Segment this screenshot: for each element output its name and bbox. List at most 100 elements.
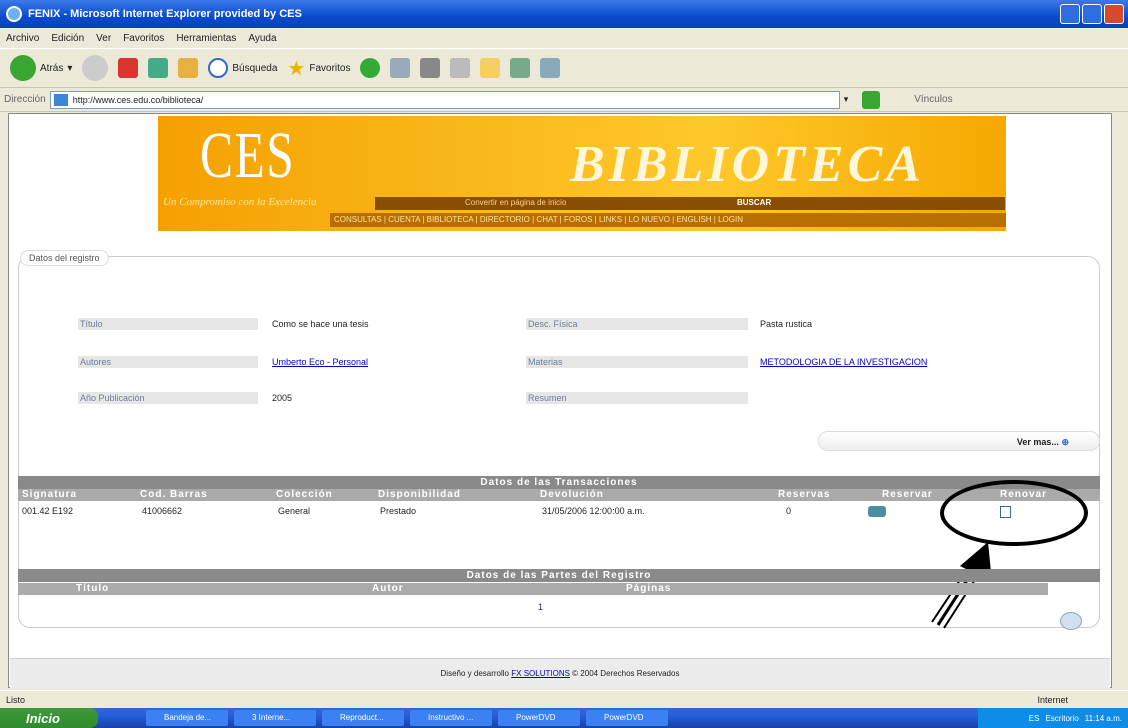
banner-bar: Convertir en página de inicio BUSCAR bbox=[375, 197, 1005, 210]
close-button[interactable] bbox=[1104, 4, 1124, 24]
home-button[interactable] bbox=[178, 58, 199, 78]
record-legend: Datos del registro bbox=[20, 250, 109, 266]
messenger-button[interactable] bbox=[540, 58, 561, 78]
transactions-columns: Signatura Cod. Barras Colección Disponib… bbox=[18, 489, 1100, 501]
minimize-button[interactable] bbox=[1060, 4, 1080, 24]
forward-button[interactable] bbox=[82, 55, 109, 81]
menu-edicion[interactable]: Edición bbox=[51, 33, 84, 44]
cell-cod-barras: 41006662 bbox=[142, 506, 183, 516]
address-bar: Dirección http://www.ces.edu.co/bibliote… bbox=[0, 88, 1128, 112]
search-icon bbox=[208, 58, 229, 78]
titulo-value: Como se hace una tesis bbox=[272, 319, 369, 329]
task-internet[interactable]: 3 Interne... bbox=[234, 710, 316, 726]
status-bar: Listo Internet bbox=[0, 690, 1128, 708]
research-button[interactable] bbox=[510, 58, 531, 78]
menu-archivo[interactable]: Archivo bbox=[6, 33, 39, 44]
cell-devolucion: 31/05/2006 12:00:00 a.m. bbox=[542, 506, 645, 516]
col-signatura: Signatura bbox=[22, 489, 78, 500]
maximize-button[interactable] bbox=[1082, 4, 1102, 24]
toolbar: Atrás ▾ Búsqueda ★ Favoritos bbox=[0, 48, 1128, 88]
col-disponibilidad: Disponibilidad bbox=[378, 489, 461, 500]
status-text: Listo bbox=[6, 694, 26, 705]
star-icon: ★ bbox=[287, 57, 306, 80]
window-title: FENIX - Microsoft Internet Explorer prov… bbox=[28, 8, 302, 20]
task-powerdvd-2[interactable]: PowerDVD bbox=[586, 710, 668, 726]
col-devolucion: Devolución bbox=[540, 489, 604, 500]
autores-link[interactable]: Umberto Eco - Personal bbox=[272, 357, 368, 367]
address-label: Dirección bbox=[4, 94, 46, 105]
col-cod-barras: Cod. Barras bbox=[140, 489, 208, 500]
anio-value: 2005 bbox=[272, 393, 293, 403]
biblioteca-heading: BIBLIOTECA bbox=[570, 136, 925, 193]
col-reservar: Reservar bbox=[882, 489, 933, 500]
pager-page[interactable]: 1 bbox=[538, 602, 543, 612]
footer: Diseño y desarrollo FX SOLUTIONS © 2004 … bbox=[10, 658, 1110, 688]
home-link[interactable]: Convertir en página de inicio bbox=[465, 198, 566, 207]
materias-label: Materias bbox=[526, 356, 748, 368]
history-button[interactable] bbox=[360, 58, 381, 78]
task-reproduct[interactable]: Reproduct... bbox=[322, 710, 404, 726]
scrollbar[interactable] bbox=[1112, 113, 1128, 688]
back-arrow-icon bbox=[10, 55, 36, 81]
address-input[interactable]: http://www.ces.edu.co/biblioteca/ bbox=[49, 90, 840, 109]
slogan: Un Compromiso con la Excelencia bbox=[163, 196, 317, 208]
autores-label: Autores bbox=[78, 356, 258, 368]
parts-heading: Datos de las Partes del Registro bbox=[18, 569, 1100, 582]
arrow-icon: ⊕ bbox=[1061, 437, 1069, 447]
task-powerdvd-1[interactable]: PowerDVD bbox=[498, 710, 580, 726]
ces-logo: CES bbox=[200, 119, 296, 192]
back-button[interactable]: Atrás ▾ bbox=[10, 55, 72, 81]
desc-value: Pasta rustica bbox=[760, 319, 813, 329]
page-icon bbox=[53, 93, 68, 106]
search-button[interactable]: Búsqueda bbox=[208, 58, 277, 78]
menu-herramientas[interactable]: Herramientas bbox=[176, 33, 236, 44]
favorites-button[interactable]: ★ Favoritos bbox=[287, 56, 350, 81]
title-bar: FENIX - Microsoft Internet Explorer prov… bbox=[0, 0, 1128, 28]
zone-text: Internet bbox=[1037, 694, 1068, 705]
task-bandeja[interactable]: Bandeja de... bbox=[146, 710, 228, 726]
col-autor: Autor bbox=[372, 583, 404, 594]
menu-bar: Archivo Edición Ver Favoritos Herramient… bbox=[0, 28, 1128, 48]
stop-button[interactable] bbox=[118, 58, 139, 78]
titulo-label: Título bbox=[78, 318, 258, 330]
menu-favoritos[interactable]: Favoritos bbox=[123, 33, 164, 44]
print-button[interactable] bbox=[420, 58, 441, 78]
menu-ayuda[interactable]: Ayuda bbox=[248, 33, 276, 44]
cell-disponibilidad: Prestado bbox=[380, 506, 417, 516]
col-titulo: Título bbox=[76, 583, 110, 594]
anio-label: Año Publicación bbox=[78, 392, 258, 404]
back-to-top-icon[interactable] bbox=[1060, 612, 1082, 630]
folder-button[interactable] bbox=[480, 58, 501, 78]
desc-label: Desc. Física bbox=[526, 318, 748, 330]
reservar-icon[interactable] bbox=[868, 506, 886, 517]
task-instructivo[interactable]: Instructivo ... bbox=[410, 710, 492, 726]
go-button[interactable] bbox=[862, 90, 881, 109]
materias-link[interactable]: METODOLOGIA DE LA INVESTIGACION bbox=[760, 357, 927, 367]
col-coleccion: Colección bbox=[276, 489, 333, 500]
menu-ver[interactable]: Ver bbox=[96, 33, 111, 44]
nav-links[interactable]: CONSULTAS | CUENTA | BIBLIOTECA | DIRECT… bbox=[330, 213, 1006, 227]
ver-mas-button[interactable]: Ver mas... ⊕ bbox=[818, 431, 1100, 451]
links-label[interactable]: Vínculos bbox=[914, 94, 952, 105]
col-reservas: Reservas bbox=[778, 489, 831, 500]
parts-columns: Título Autor Páginas bbox=[18, 583, 1048, 595]
cell-coleccion: General bbox=[278, 506, 311, 516]
fx-solutions-link[interactable]: FX SOLUTIONS bbox=[511, 669, 570, 678]
desktop-toolbar[interactable]: Escritorio bbox=[1045, 714, 1078, 723]
language-indicator[interactable]: ES bbox=[1029, 714, 1040, 723]
col-paginas: Páginas bbox=[626, 583, 672, 594]
transactions-heading: Datos de las Transacciones bbox=[18, 476, 1100, 489]
dropdown-arrow-icon[interactable]: ▾ bbox=[844, 94, 849, 105]
cell-reservas: 0 bbox=[786, 506, 792, 516]
ie-icon bbox=[6, 6, 22, 22]
table-row: 001.42 E192 41006662 General Prestado 31… bbox=[18, 506, 1100, 519]
mail-button[interactable] bbox=[390, 58, 411, 78]
refresh-button[interactable] bbox=[148, 58, 169, 78]
buscar-link[interactable]: BUSCAR bbox=[737, 198, 771, 207]
highlight-ellipse bbox=[940, 480, 1088, 546]
taskbar: Inicio Bandeja de... 3 Interne... Reprod… bbox=[0, 708, 1128, 728]
edit-button[interactable] bbox=[450, 58, 471, 78]
clock: 11:14 a.m. bbox=[1084, 713, 1122, 723]
start-button[interactable]: Inicio bbox=[0, 708, 98, 728]
system-tray: ES Escritorio 11:14 a.m. bbox=[978, 708, 1128, 728]
